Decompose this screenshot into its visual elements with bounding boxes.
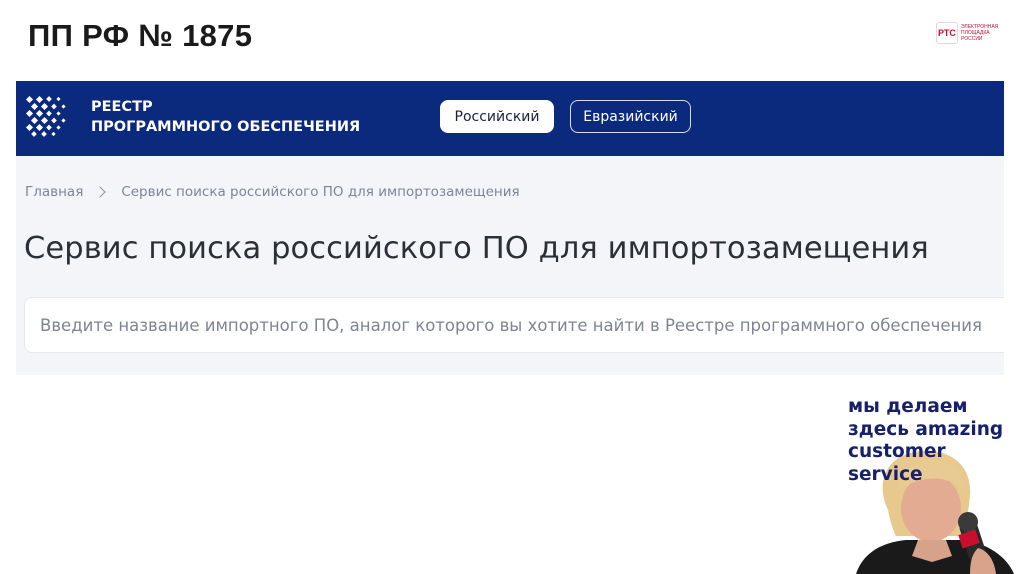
registry-brand-name[interactable]: РЕЕСТР ПРОГРАММНОГО ОБЕСПЕЧЕНИЯ: [91, 97, 360, 137]
registry-logo-icon[interactable]: [24, 94, 70, 140]
tab-eurasian[interactable]: Евразийский: [570, 100, 691, 133]
video-overlay: мы делаем здесь amazing customer service: [836, 390, 1024, 574]
rts-logo-text: ЭЛЕКТРОННАЯ ПЛОЩАДКА РОССИИ: [961, 24, 998, 42]
registry-website: РЕЕСТР ПРОГРАММНОГО ОБЕСПЕЧЕНИЯ Российск…: [16, 81, 1004, 375]
search-input[interactable]: [40, 315, 1004, 335]
rts-badge: РТС: [936, 22, 958, 44]
page-title: Сервис поиска российского ПО для импорто…: [24, 231, 929, 266]
brand-line-2: ПРОГРАММНОГО ОБЕСПЕЧЕНИЯ: [91, 119, 361, 135]
caption-line: customer: [848, 441, 946, 462]
search-box[interactable]: [24, 297, 1004, 353]
caption-line: мы делаем: [848, 396, 968, 417]
caption-line: здесь amazing: [848, 418, 1004, 440]
brand-line-1: РЕЕСТР: [91, 99, 153, 115]
chevron-right-icon: [94, 186, 106, 198]
video-caption: мы делаем здесь amazing customer service: [848, 396, 1003, 486]
breadcrumb-home-link[interactable]: Главная: [25, 184, 83, 200]
breadcrumb: Главная Сервис поиска российского ПО для…: [25, 184, 520, 200]
rts-logo-line: РОССИИ: [961, 36, 983, 42]
tab-russian[interactable]: Российский: [440, 100, 554, 133]
rts-logo: РТС ЭЛЕКТРОННАЯ ПЛОЩАДКА РОССИИ: [936, 22, 998, 44]
caption-line: service: [848, 463, 923, 485]
slide-title: ПП РФ № 1875: [28, 18, 253, 53]
breadcrumb-current: Сервис поиска российского ПО для импорто…: [121, 184, 520, 200]
site-header: РЕЕСТР ПРОГРАММНОГО ОБЕСПЕЧЕНИЯ Российск…: [16, 81, 1004, 156]
